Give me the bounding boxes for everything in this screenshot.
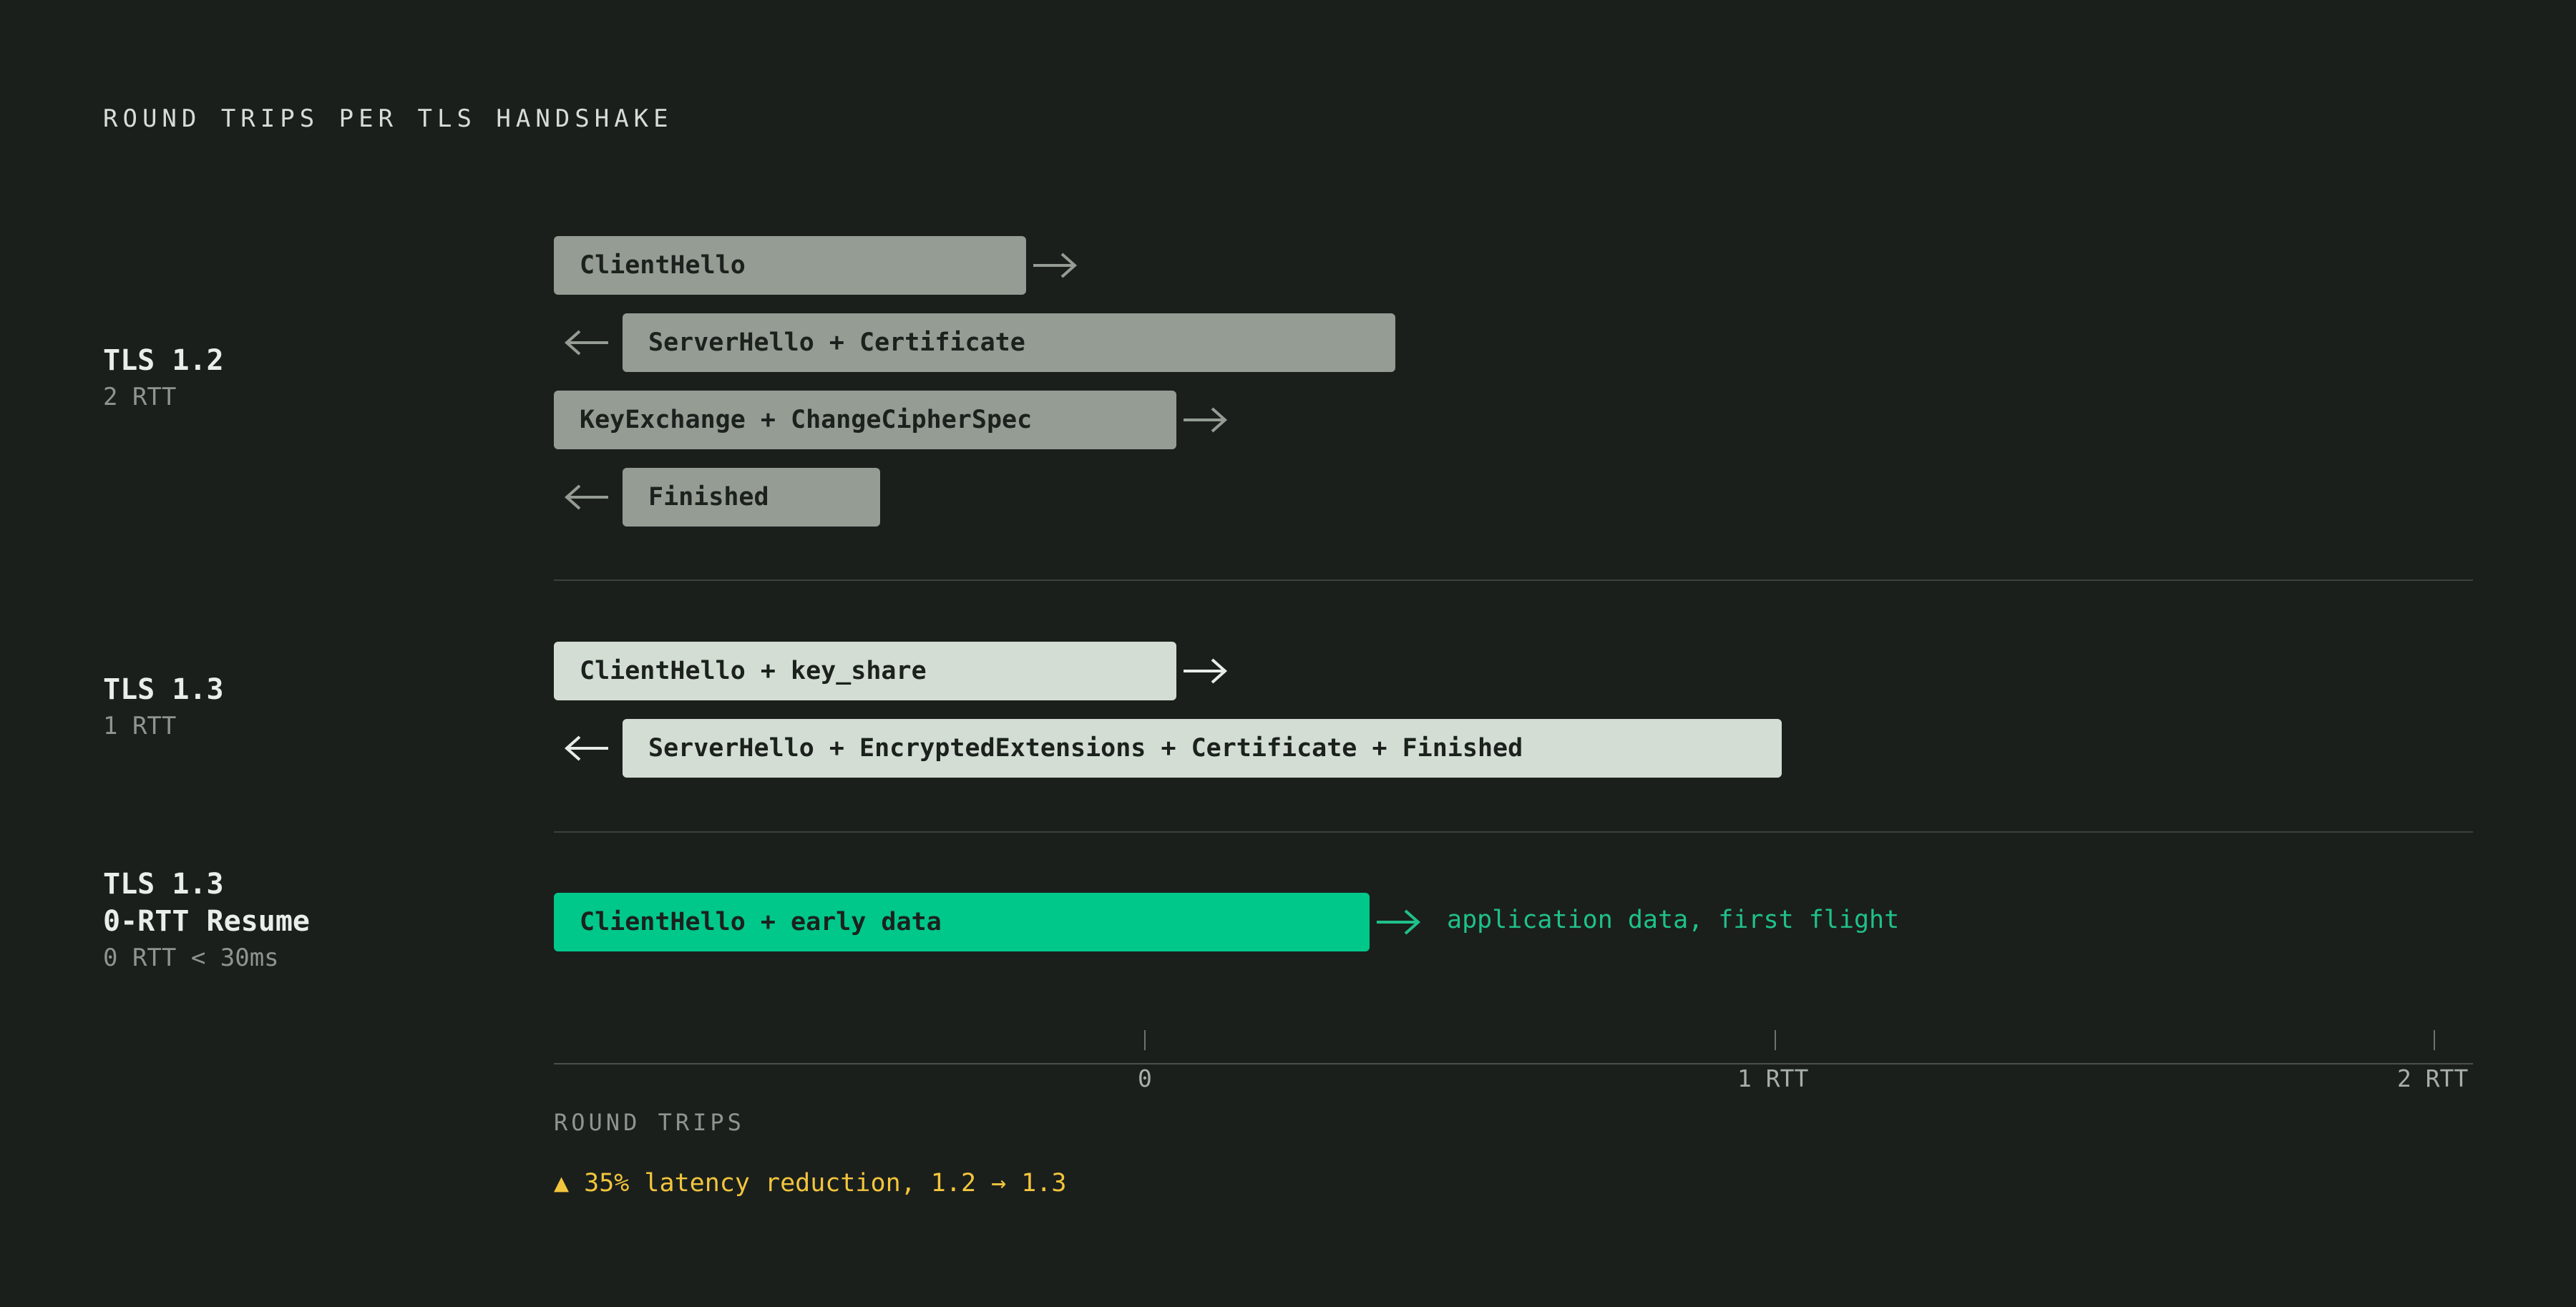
row-label-tls13: TLS 1.3 1 RTT — [103, 671, 224, 744]
row-name: TLS 1.2 — [103, 344, 224, 377]
right-arrow-icon — [1033, 253, 1078, 278]
message-bar: ServerHello + EncryptedExtensions + Cert… — [623, 719, 1782, 778]
row-rtt: 1 RTT — [103, 712, 177, 740]
row-rtt: 2 RTT — [103, 383, 177, 411]
axis-line — [554, 1063, 2473, 1064]
message-bar: ClientHello + early data — [554, 893, 1370, 951]
message-bar: ServerHello + Certificate — [623, 313, 1395, 372]
right-arrow-icon — [1377, 909, 1421, 935]
axis-tick — [1775, 1030, 1776, 1050]
row-label-tls12: TLS 1.2 2 RTT — [103, 342, 224, 415]
right-arrow-icon — [1184, 658, 1228, 684]
chart-title: ROUND TRIPS PER TLS HANDSHAKE — [103, 104, 673, 133]
row-name: TLS 1.3 — [103, 868, 224, 901]
row-rtt: 0 RTT < 30ms — [103, 944, 279, 972]
latency-callout: ▲ 35% latency reduction, 1.2 → 1.3 — [554, 1169, 1067, 1198]
row-divider — [554, 831, 2473, 833]
message-bar: KeyExchange + ChangeCipherSpec — [554, 391, 1176, 449]
right-arrow-icon — [1184, 407, 1228, 433]
row-name: TLS 1.3 — [103, 673, 224, 706]
message-bar: Finished — [623, 468, 880, 527]
message-bar: ClientHello — [554, 236, 1026, 295]
message-bar: ClientHello + key_share — [554, 642, 1176, 700]
axis-tick — [1144, 1030, 1146, 1050]
axis-tick-label: 0 — [1138, 1064, 1152, 1092]
axis-tick-label: 1 RTT — [1737, 1064, 1809, 1092]
axis-tick-label: 2 RTT — [2397, 1064, 2469, 1092]
left-arrow-icon — [564, 735, 608, 761]
first-flight-note: application data, first flight — [1447, 906, 1900, 934]
row-name-resume: 0-RTT Resume — [103, 905, 310, 938]
left-arrow-icon — [564, 330, 608, 356]
axis-title: ROUND TRIPS — [554, 1109, 745, 1136]
axis-tick — [2434, 1030, 2435, 1050]
row-divider — [554, 579, 2473, 581]
row-label-tls13-0rtt: TLS 1.3 0-RTT Resume 0 RTT < 30ms — [103, 866, 310, 976]
left-arrow-icon — [564, 484, 608, 510]
